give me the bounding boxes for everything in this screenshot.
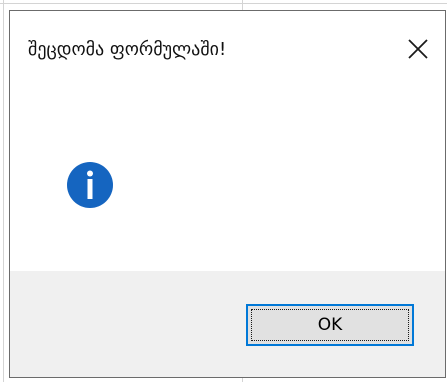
ok-button[interactable]: OK bbox=[246, 304, 414, 346]
grid-line bbox=[3, 0, 4, 382]
message-dialog: შეცდომა ფორმულაში! OK bbox=[9, 10, 446, 378]
grid-line bbox=[0, 3, 447, 4]
dialog-title: შეცდომა ფორმულაში! bbox=[28, 39, 227, 60]
dialog-titlebar: შეცდომა ფორმულაში! bbox=[10, 11, 445, 81]
info-icon bbox=[67, 162, 113, 208]
dialog-footer: OK bbox=[10, 271, 445, 377]
close-icon bbox=[408, 39, 428, 59]
close-button[interactable] bbox=[399, 29, 439, 69]
ok-button-label: OK bbox=[317, 315, 343, 335]
